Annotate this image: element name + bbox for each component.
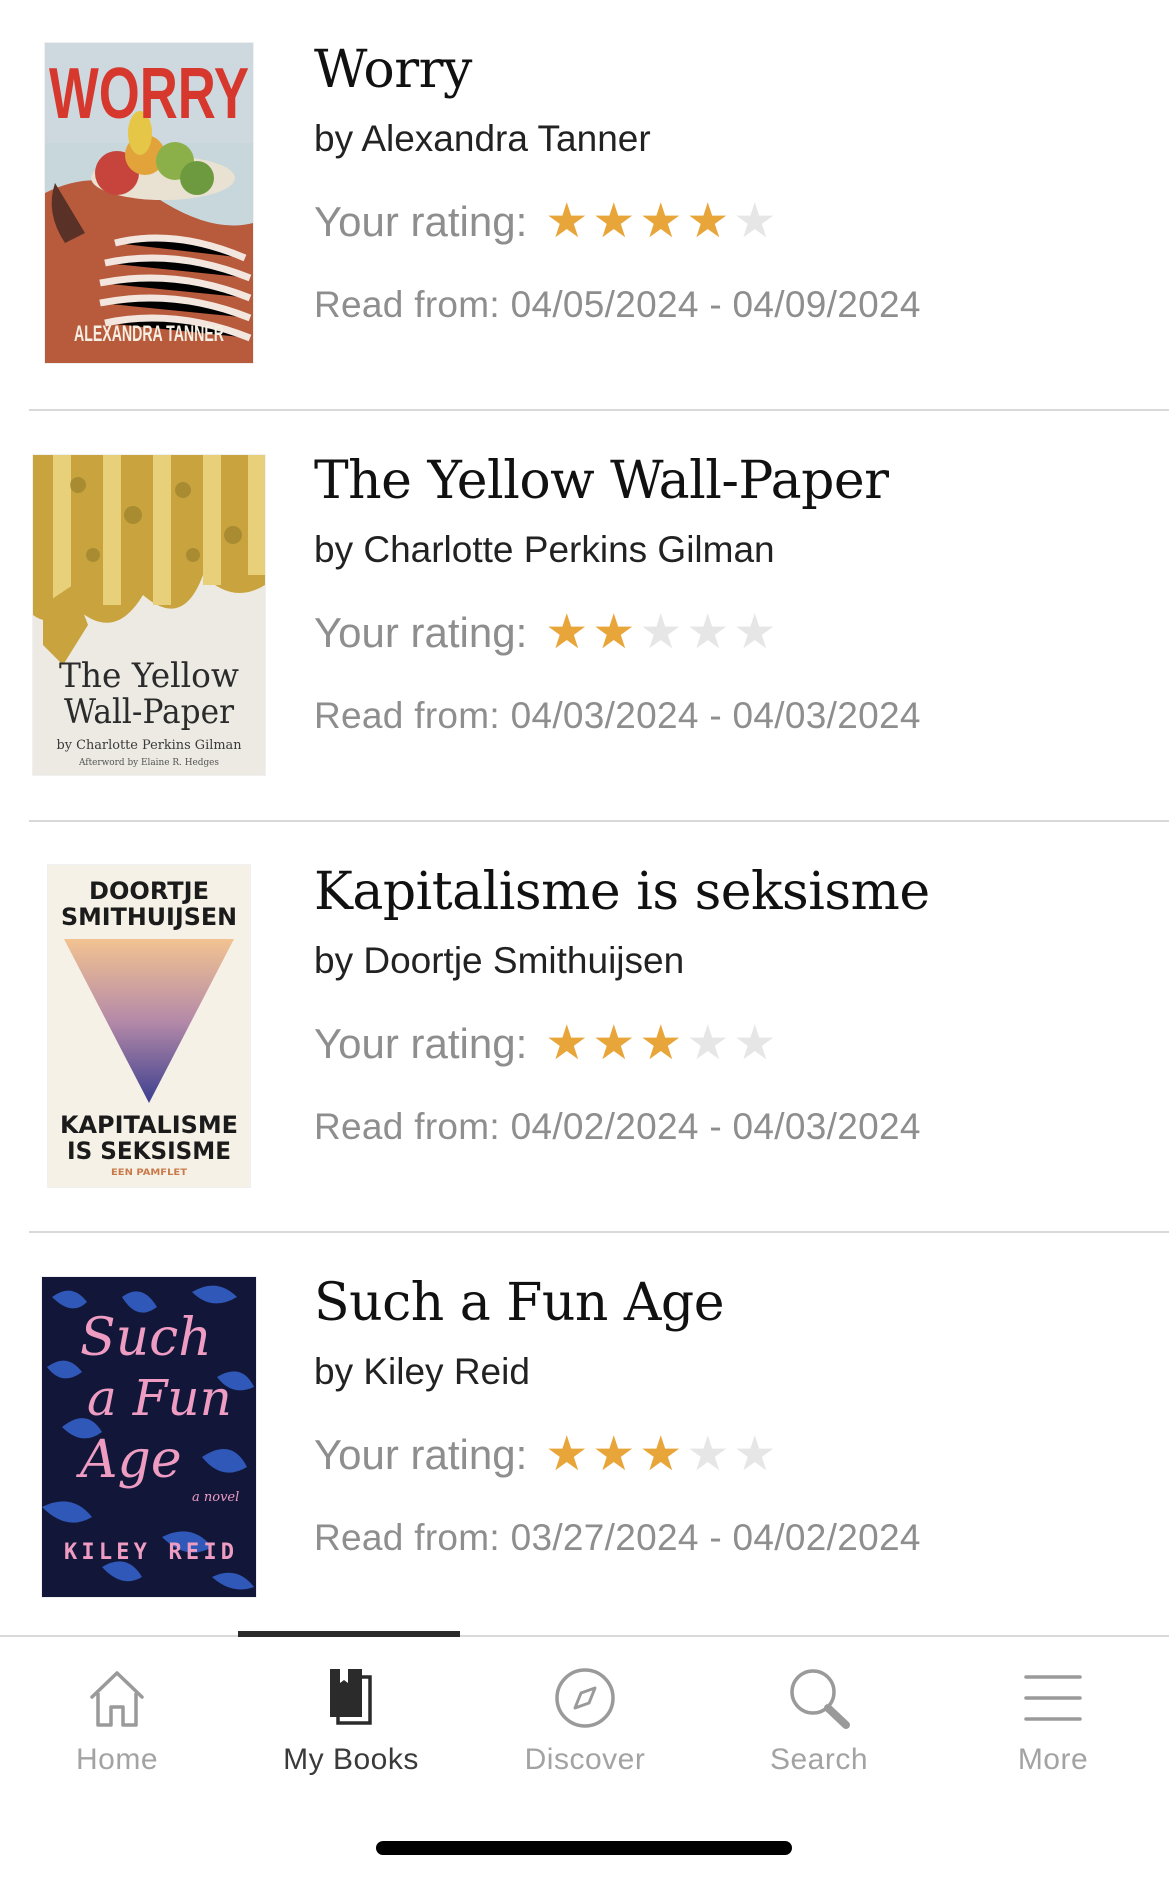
cover-art-such-a-fun-age: Such a Fun Age a novel KILEY REID <box>42 1277 256 1597</box>
tab-label: Discover <box>524 1743 646 1776</box>
star-icon[interactable]: ★ <box>590 1431 637 1479</box>
cover-title-word3: Age <box>76 1430 182 1490</box>
book-author[interactable]: by Kiley Reid <box>314 1351 530 1393</box>
book-title[interactable]: Such a Fun Age <box>314 1273 725 1333</box>
read-dates: Read from: 04/02/2024 - 04/03/2024 <box>314 1106 921 1147</box>
star-rating[interactable]: ★ ★ ★ ★ ★ <box>543 1020 778 1068</box>
compass-icon <box>550 1663 620 1733</box>
star-icon[interactable]: ★ <box>543 198 590 246</box>
star-icon[interactable]: ★ <box>731 198 778 246</box>
star-icon[interactable]: ★ <box>731 609 778 657</box>
tab-label: My Books <box>283 1743 419 1776</box>
book-row[interactable]: DOORTJE SMITHUIJSEN KAPITALISME IS SEKSI… <box>0 822 1169 1233</box>
star-icon[interactable]: ★ <box>543 1431 590 1479</box>
cover-subtitle: a novel <box>192 1490 239 1505</box>
cover-title-word2: a Fun <box>87 1369 232 1427</box>
read-dates: Read from: 03/27/2024 - 04/02/2024 <box>314 1517 921 1558</box>
cover-title-line2: Wall-Paper <box>64 692 235 732</box>
cover-afterword: Afterword by Elaine R. Hedges <box>78 758 219 768</box>
star-icon[interactable]: ★ <box>543 1020 590 1068</box>
book-icon <box>316 1663 386 1733</box>
star-icon[interactable]: ★ <box>731 1431 778 1479</box>
book-cover-worry[interactable]: WORRY ALEXANDRA TANNER <box>45 43 253 363</box>
cover-author-line2: SMITHUIJSEN <box>61 903 237 931</box>
star-icon[interactable]: ★ <box>637 609 684 657</box>
star-icon[interactable]: ★ <box>590 609 637 657</box>
star-icon[interactable]: ★ <box>590 198 637 246</box>
star-icon[interactable]: ★ <box>637 198 684 246</box>
rating-row: Your rating: ★ ★ ★ ★ ★ <box>314 1431 778 1479</box>
book-row[interactable]: Such a Fun Age a novel KILEY REID Such a… <box>0 1233 1169 1644</box>
tab-home[interactable]: Home <box>0 1637 234 1787</box>
book-row[interactable]: WORRY ALEXANDRA TANNER Worry by Alexandr… <box>0 0 1169 411</box>
home-icon <box>82 1663 152 1733</box>
star-icon[interactable]: ★ <box>684 609 731 657</box>
star-icon[interactable]: ★ <box>637 1431 684 1479</box>
star-icon[interactable]: ★ <box>590 1020 637 1068</box>
cover-title-text: WORRY <box>49 54 249 134</box>
star-icon[interactable]: ★ <box>684 198 731 246</box>
cover-title-line2: IS SEKSISME <box>67 1137 231 1165</box>
rating-label: Your rating: <box>314 609 528 656</box>
cover-title-line1: KAPITALISME <box>60 1111 238 1139</box>
rating-label: Your rating: <box>314 198 528 245</box>
cover-art-kapitalisme: DOORTJE SMITHUIJSEN KAPITALISME IS SEKSI… <box>48 865 250 1187</box>
book-author[interactable]: by Alexandra Tanner <box>314 118 651 160</box>
star-rating[interactable]: ★ ★ ★ ★ ★ <box>543 609 778 657</box>
search-icon <box>784 1663 854 1733</box>
tab-label: Home <box>75 1743 159 1776</box>
star-rating[interactable]: ★ ★ ★ ★ ★ <box>543 198 778 246</box>
cover-title-line1: The Yellow <box>59 656 239 696</box>
read-dates: Read from: 04/03/2024 - 04/03/2024 <box>314 695 921 736</box>
book-row[interactable]: The Yellow Wall-Paper by Charlotte Perki… <box>0 411 1169 822</box>
cover-art-worry: WORRY ALEXANDRA TANNER <box>45 43 253 363</box>
tab-my-books[interactable]: My Books <box>234 1637 468 1787</box>
cover-author-text: ALEXANDRA TANNER <box>74 321 224 346</box>
book-cover-kapitalisme[interactable]: DOORTJE SMITHUIJSEN KAPITALISME IS SEKSI… <box>48 865 250 1187</box>
book-author[interactable]: by Charlotte Perkins Gilman <box>314 529 775 571</box>
cover-title-word1: Such <box>80 1308 212 1368</box>
book-title[interactable]: Kapitalisme is seksisme <box>314 862 930 922</box>
tab-more[interactable]: More <box>936 1637 1169 1787</box>
star-icon[interactable]: ★ <box>684 1431 731 1479</box>
tab-label: Search <box>769 1743 869 1776</box>
star-rating[interactable]: ★ ★ ★ ★ ★ <box>543 1431 778 1479</box>
book-title[interactable]: Worry <box>314 40 472 100</box>
book-cover-such-a-fun-age[interactable]: Such a Fun Age a novel KILEY REID <box>42 1277 256 1597</box>
tab-search[interactable]: Search <box>702 1637 936 1787</box>
rating-label: Your rating: <box>314 1020 528 1067</box>
home-indicator-bar[interactable] <box>376 1841 792 1855</box>
read-dates: Read from: 04/05/2024 - 04/09/2024 <box>314 284 921 325</box>
tab-discover[interactable]: Discover <box>468 1637 702 1787</box>
star-icon[interactable]: ★ <box>637 1020 684 1068</box>
rating-row: Your rating: ★ ★ ★ ★ ★ <box>314 198 778 246</box>
book-cover-yellow-wallpaper[interactable]: The Yellow Wall-Paper by Charlotte Perki… <box>33 455 265 775</box>
menu-icon <box>1018 1663 1088 1733</box>
tab-label: More <box>1017 1743 1089 1776</box>
rating-label: Your rating: <box>314 1431 528 1478</box>
rating-row: Your rating: ★ ★ ★ ★ ★ <box>314 1020 778 1068</box>
cover-art-yellow-wallpaper: The Yellow Wall-Paper by Charlotte Perki… <box>33 455 265 775</box>
cover-author-line1: DOORTJE <box>89 877 209 905</box>
cover-byline: by Charlotte Perkins Gilman <box>57 738 243 753</box>
rating-row: Your rating: ★ ★ ★ ★ ★ <box>314 609 778 657</box>
cover-subtitle: EEN PAMFLET <box>111 1168 188 1178</box>
star-icon[interactable]: ★ <box>731 1020 778 1068</box>
star-icon[interactable]: ★ <box>684 1020 731 1068</box>
book-author[interactable]: by Doortje Smithuijsen <box>314 940 684 982</box>
book-title[interactable]: The Yellow Wall-Paper <box>314 451 889 511</box>
star-icon[interactable]: ★ <box>543 609 590 657</box>
